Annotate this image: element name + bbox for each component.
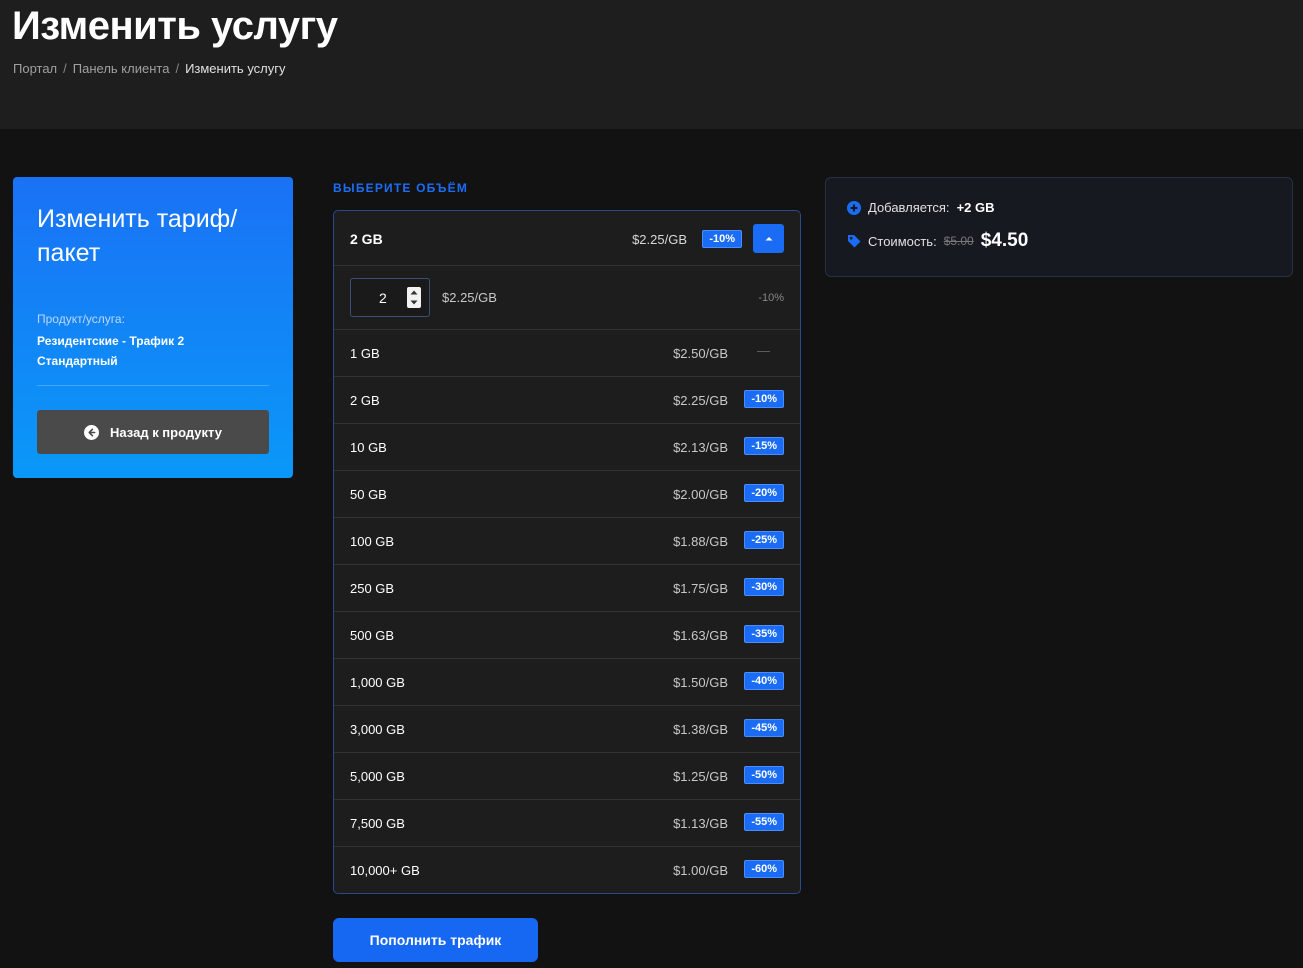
option-discount-badge: -30% <box>744 578 784 596</box>
new-price: $4.50 <box>980 230 1029 251</box>
volume-option[interactable]: 500 GB $1.63/GB -35% <box>334 612 800 659</box>
quantity-stepper[interactable]: 2 <box>350 278 430 317</box>
option-volume: 250 GB <box>350 581 395 596</box>
breadcrumb-item-current: Изменить услугу <box>185 61 286 76</box>
option-price: $1.25/GB <box>673 769 728 784</box>
cost-label: Стоимость: <box>868 233 937 249</box>
plus-circle-icon <box>847 200 861 215</box>
option-price: $1.63/GB <box>673 628 728 643</box>
volume-option[interactable]: 1,000 GB $1.50/GB -40% <box>334 659 800 706</box>
option-discount-badge: -50% <box>744 766 784 784</box>
option-price: $1.00/GB <box>673 863 728 878</box>
change-plan-card: Изменить тариф/ пакет Продукт/услуга: Ре… <box>13 177 293 478</box>
option-volume: 50 GB <box>350 487 387 502</box>
option-volume: 5,000 GB <box>350 769 405 784</box>
option-discount-badge: -20% <box>744 484 784 502</box>
option-price: $1.38/GB <box>673 722 728 737</box>
arrow-left-circle-icon <box>84 424 100 440</box>
volume-option[interactable]: 1 GB $2.50/GB — <box>334 330 800 377</box>
top-up-traffic-button[interactable]: Пополнить трафик <box>333 918 538 962</box>
option-price: $2.50/GB <box>673 346 728 361</box>
custom-volume-row: 2 $2.25/GB -10% <box>334 266 800 330</box>
breadcrumb: Портал / Панель клиента / Изменить услуг… <box>13 61 286 76</box>
tag-icon <box>848 235 861 248</box>
custom-unit-price: $2.25/GB <box>442 290 497 305</box>
option-volume: 1,000 GB <box>350 675 405 690</box>
option-volume: 7,500 GB <box>350 816 405 831</box>
volume-option[interactable]: 250 GB $1.75/GB -30% <box>334 565 800 612</box>
summary-cost-row: Стоимость: $5.00 $4.50 <box>847 230 1028 252</box>
option-price: $1.75/GB <box>673 581 728 596</box>
option-discount-badge: -25% <box>744 531 784 549</box>
option-price: $1.50/GB <box>673 675 728 690</box>
selected-discount-badge: -10% <box>702 230 742 248</box>
back-button-label: Назад к продукту <box>110 424 222 440</box>
volume-option[interactable]: 2 GB $2.25/GB -10% <box>334 377 800 424</box>
option-discount-badge: -45% <box>744 719 784 737</box>
option-discount-badge: -55% <box>744 813 784 831</box>
volume-option[interactable]: 7,500 GB $1.13/GB -55% <box>334 800 800 847</box>
volume-option[interactable]: 50 GB $2.00/GB -20% <box>334 471 800 518</box>
order-summary: Добавляется: +2 GB Стоимость: $5.00 $4.5… <box>825 177 1293 277</box>
selected-price: $2.25/GB <box>632 232 687 247</box>
select-volume-label: ВЫБЕРИТЕ ОБЪЁМ <box>333 181 469 195</box>
custom-discount: -10% <box>758 292 784 304</box>
option-price: $1.88/GB <box>673 534 728 549</box>
page-title: Изменить услугу <box>12 4 338 48</box>
summary-added-row: Добавляется: +2 GB <box>847 200 995 215</box>
selected-volume: 2 GB <box>350 231 383 247</box>
option-discount-badge: -10% <box>744 390 784 408</box>
option-price: $2.25/GB <box>673 393 728 408</box>
option-discount-badge: -35% <box>744 625 784 643</box>
volume-option[interactable]: 10 GB $2.13/GB -15% <box>334 424 800 471</box>
divider <box>37 385 269 386</box>
spin-up-icon[interactable] <box>410 290 418 295</box>
spin-buttons[interactable] <box>407 287 421 308</box>
breadcrumb-item-client-area[interactable]: Панель клиента <box>73 61 170 76</box>
volume-selector: 2 GB $2.25/GB -10% 2 $2.25/GB -10% 1 GB $… <box>333 210 801 894</box>
old-price: $5.00 <box>943 234 974 248</box>
option-price: $2.13/GB <box>673 440 728 455</box>
collapse-button[interactable] <box>753 224 784 253</box>
volume-option[interactable]: 100 GB $1.88/GB -25% <box>334 518 800 565</box>
option-volume: 10 GB <box>350 440 387 455</box>
volume-option[interactable]: 5,000 GB $1.25/GB -50% <box>334 753 800 800</box>
option-no-discount: — <box>757 343 770 358</box>
quantity-value: 2 <box>379 290 387 306</box>
option-discount-badge: -60% <box>744 860 784 878</box>
chevron-up-icon <box>765 237 772 241</box>
product-name: Резидентские - Трафик 2 Стандартный <box>37 334 185 368</box>
option-discount-badge: -40% <box>744 672 784 690</box>
spin-down-icon[interactable] <box>410 300 418 305</box>
product-label: Продукт/услуга: <box>37 312 125 326</box>
option-volume: 10,000+ GB <box>350 863 420 878</box>
option-price: $1.13/GB <box>673 816 728 831</box>
volume-option[interactable]: 10,000+ GB $1.00/GB -60% <box>334 847 800 893</box>
option-volume: 100 GB <box>350 534 395 549</box>
back-to-product-button[interactable]: Назад к продукту <box>37 410 269 454</box>
added-label: Добавляется: <box>868 200 950 215</box>
option-volume: 500 GB <box>350 628 395 643</box>
option-volume: 3,000 GB <box>350 722 405 737</box>
option-discount-badge: -15% <box>744 437 784 455</box>
breadcrumb-separator: / <box>175 61 180 76</box>
volume-option[interactable]: 3,000 GB $1.38/GB -45% <box>334 706 800 753</box>
added-value: +2 GB <box>956 200 995 215</box>
option-volume: 2 GB <box>350 393 380 408</box>
card-title: Изменить тариф/ пакет <box>37 205 238 267</box>
breadcrumb-item-portal[interactable]: Портал <box>13 61 57 76</box>
selected-volume-header[interactable]: 2 GB $2.25/GB -10% <box>334 211 800 266</box>
page-header: Изменить услугу Портал / Панель клиента … <box>0 0 1303 129</box>
option-price: $2.00/GB <box>673 487 728 502</box>
breadcrumb-separator: / <box>63 61 67 76</box>
option-volume: 1 GB <box>350 346 380 361</box>
